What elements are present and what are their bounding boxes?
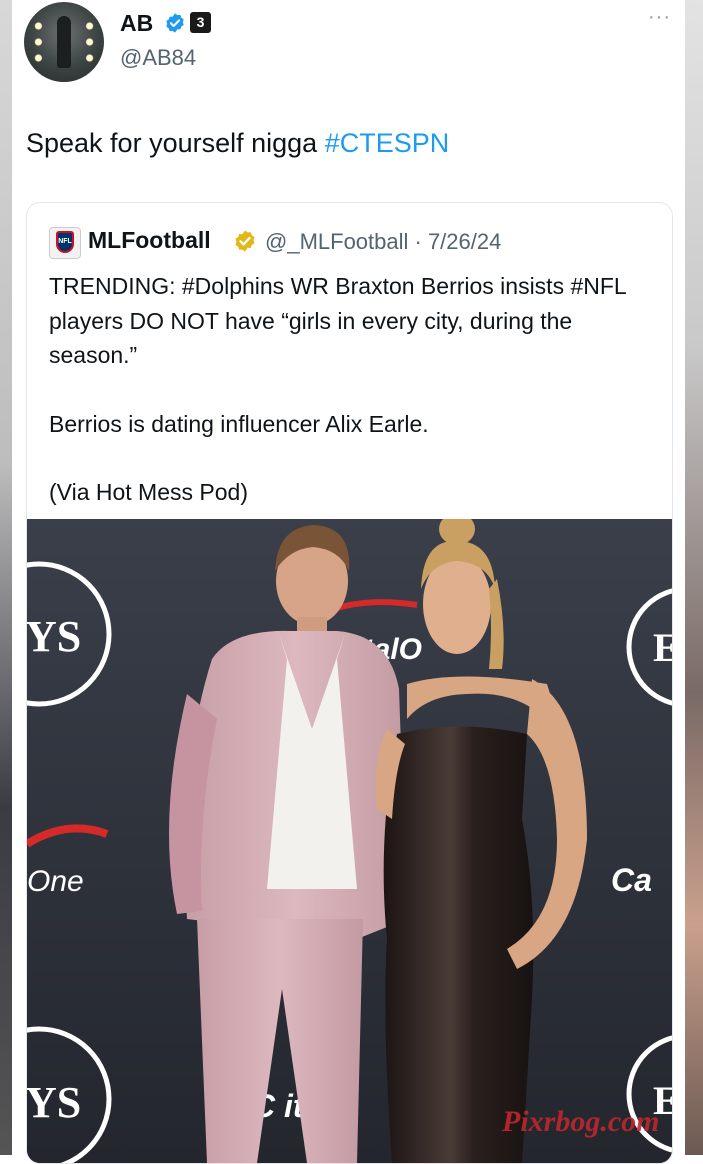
quoted-text: TRENDING: #Dolphins WR Braxton Berrios i…: [49, 269, 659, 510]
quoted-handle-date[interactable]: @_MLFootball · 7/26/24: [265, 229, 501, 255]
avatar-figure: [57, 16, 71, 68]
quoted-avatar[interactable]: NFL: [49, 227, 81, 259]
author-name[interactable]: AB: [120, 10, 153, 37]
hashtag-link[interactable]: #CTESPN: [325, 128, 450, 158]
backdrop-one: One: [27, 865, 84, 898]
verified-badge-icon: [166, 13, 184, 33]
gold-verified-badge-icon: [235, 230, 255, 252]
quoted-author-name[interactable]: MLFootball: [88, 227, 211, 254]
quoted-photo[interactable]: YS YS One Ca pitalO C ita E E: [27, 519, 672, 1163]
more-options-icon[interactable]: ···: [648, 6, 671, 29]
watermark-text: Pixrbog.com: [501, 1105, 660, 1138]
quoted-paragraph-1: TRENDING: #Dolphins WR Braxton Berrios i…: [49, 273, 626, 368]
quoted-paragraph-3: (Via Hot Mess Pod): [49, 479, 248, 505]
backdrop-e-top: E: [653, 625, 672, 670]
quoted-paragraph-2: Berrios is dating influencer Alix Earle.: [49, 410, 429, 437]
tweet-card: AB 3 @AB84 ··· Speak for yourself nigga …: [12, 0, 685, 1164]
author-handle[interactable]: @AB84: [120, 45, 196, 71]
nfl-shield-icon: NFL: [56, 231, 74, 253]
affiliate-badge: 3: [190, 12, 211, 33]
tweet-text-body: Speak for yourself nigga: [26, 128, 325, 158]
background-blur-right: [685, 0, 703, 1155]
backdrop-ys-bottom: YS: [27, 1078, 81, 1127]
backdrop-ys-top: YS: [27, 612, 81, 661]
quoted-tweet[interactable]: NFL MLFootball @_MLFootball · 7/26/24 TR…: [26, 202, 673, 1164]
red-carpet-photo: YS YS One Ca pitalO C ita E E: [27, 519, 672, 1163]
author-avatar[interactable]: [24, 2, 104, 82]
background-blur-left: [0, 0, 12, 1155]
backdrop-capital-right: Ca: [611, 862, 652, 898]
tweet-text: Speak for yourself nigga #CTESPN: [26, 128, 449, 159]
